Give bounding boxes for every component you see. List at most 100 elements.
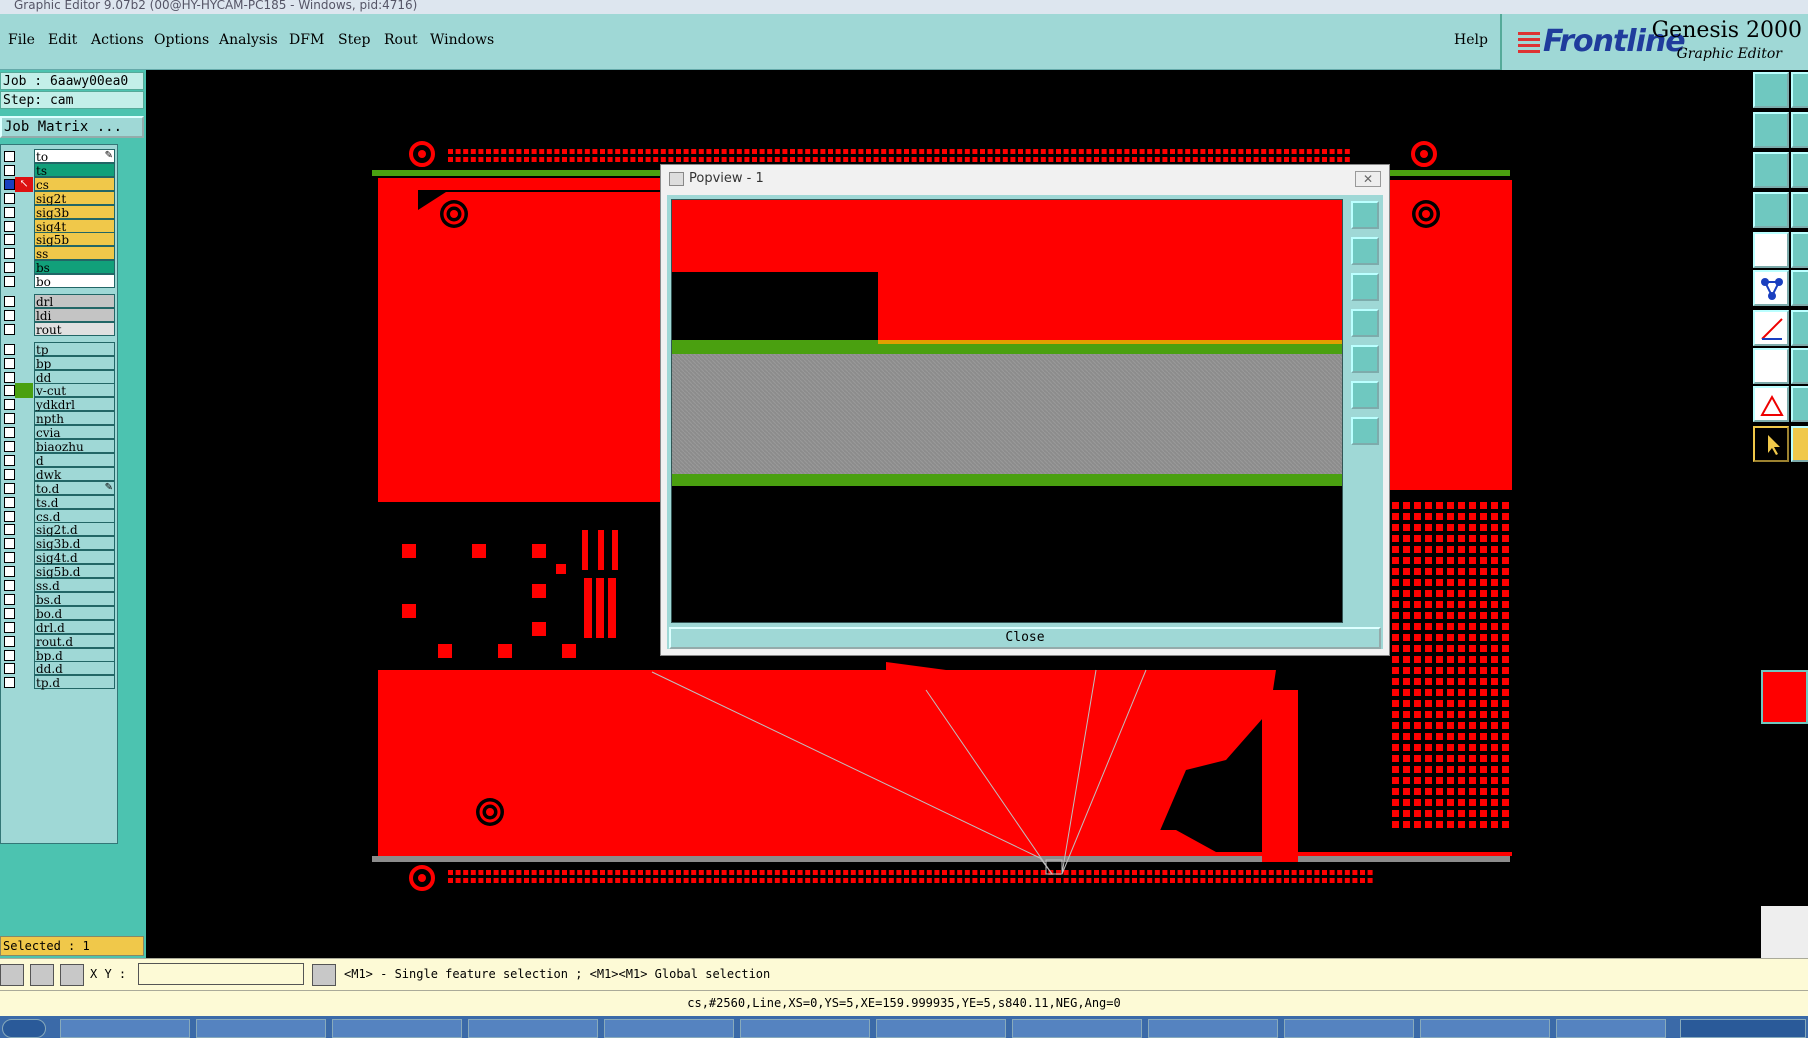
layer-row-sig4t[interactable]: sig4t [1,218,117,234]
layer-name[interactable]: dd [34,369,115,385]
layer-name[interactable]: sig5b.d [34,564,115,579]
layer-name[interactable]: ydkdrl [34,397,115,412]
job-matrix-button[interactable]: Job Matrix ... [0,116,144,138]
menu-rout[interactable]: Rout [384,32,418,48]
taskbar-app[interactable] [1556,1019,1666,1038]
layer-color-cell[interactable] [15,661,33,676]
layer-row-sig3b.d[interactable]: sig3b.d [1,536,117,551]
layer-down-icon[interactable] [1753,112,1789,148]
layer-color-cell[interactable] [15,149,33,164]
menu-edit[interactable]: Edit [48,32,77,48]
menu-actions[interactable]: Actions [91,32,144,48]
layer-color-cell[interactable] [15,578,33,593]
pan-left-icon[interactable] [1351,309,1379,337]
info-icon[interactable] [312,964,336,986]
layer-checkbox[interactable] [4,566,15,578]
layer-name[interactable]: bs.d [34,591,115,607]
tool-icon[interactable] [1791,310,1808,346]
menu-dfm[interactable]: DFM [289,32,324,48]
layer-checkbox[interactable] [4,538,15,550]
layer-checkbox[interactable] [4,323,15,335]
layer-checkbox[interactable] [4,164,15,176]
layer-row-sig4t.d[interactable]: sig4t.d [1,550,117,565]
layer-row-sig2t[interactable]: sig2t [1,190,117,206]
system-tray[interactable] [1680,1019,1806,1038]
tool-icon[interactable] [1791,192,1808,228]
layer-name[interactable]: ss [34,246,115,261]
layer-name[interactable]: bp [34,355,115,371]
layer-name[interactable]: bs [34,260,115,275]
connect-icon[interactable] [1753,270,1789,306]
layer-checkbox[interactable] [4,371,15,383]
pan-down-icon[interactable] [1351,273,1379,301]
layer-row-tp[interactable]: tp [1,341,117,357]
layer-color-cell[interactable] [15,205,33,220]
popview-close-button[interactable]: Close [669,627,1381,649]
layer-checkbox[interactable] [4,413,15,425]
taskbar-app[interactable] [196,1019,326,1038]
taskbar-app[interactable] [1148,1019,1278,1038]
layer-row-ts.d[interactable]: ts.d [1,494,117,510]
layer-row-bo.d[interactable]: bo.d [1,605,117,621]
layer-row-cs.d[interactable]: cs.d [1,508,117,524]
menu-options[interactable]: Options [154,32,209,48]
layer-color-cell[interactable] [15,397,33,412]
layer-checkbox[interactable] [4,427,15,439]
layer-checkbox[interactable] [4,496,15,508]
layer-color-cell[interactable] [15,274,33,289]
layer-color-cell[interactable] [15,634,33,649]
zoom-home-icon[interactable] [1351,201,1379,229]
layer-row-dd[interactable]: dd [1,369,117,385]
layer-color-cell[interactable] [15,191,33,206]
layer-row-sig2t.d[interactable]: sig2t.d [1,522,117,537]
layer-color-cell[interactable] [15,648,33,663]
layer-color-cell[interactable] [15,163,33,178]
tool-icon[interactable] [1791,72,1808,108]
taskbar-app[interactable] [60,1019,190,1038]
layer-row-rout[interactable]: rout [1,321,117,337]
layer-checkbox[interactable] [4,234,15,246]
layer-name[interactable]: sig2t.d [34,522,115,537]
layer-name[interactable]: drl [34,294,115,309]
tool-icon[interactable] [1791,232,1808,268]
layer-checkbox[interactable] [4,151,15,162]
layer-name[interactable]: ts [34,162,115,178]
taskbar-app[interactable] [1420,1019,1550,1038]
layer-checkbox[interactable] [4,580,15,591]
layer-name[interactable]: ldi [34,307,115,323]
layer-checkbox[interactable] [4,262,15,274]
triangle-tool-icon[interactable] [1753,386,1789,422]
layer-checkbox[interactable] [4,296,15,307]
layer-row-dd.d[interactable]: dd.d [1,661,117,676]
layer-color-cell[interactable] [15,308,33,323]
layer-color-cell[interactable] [15,322,33,337]
layer-color-cell[interactable] [15,620,33,635]
overview-thumbnail[interactable] [1761,670,1808,724]
xy-input[interactable] [138,963,304,985]
pan-right-icon[interactable] [1351,345,1379,373]
layer-checkbox[interactable] [4,552,15,564]
menu-windows[interactable]: Windows [430,32,494,48]
layer-color-cell[interactable] [15,411,33,426]
layer-name[interactable]: npth [34,411,115,426]
layer-name[interactable]: tp.d [34,675,115,690]
shape-tool-icon[interactable] [1753,348,1789,384]
layer-row-ts[interactable]: ts [1,162,117,178]
measure-icon[interactable] [1753,192,1789,228]
layer-row-ydkdrl[interactable]: ydkdrl [1,397,117,412]
layer-color-cell[interactable] [15,370,33,385]
taskbar-app[interactable] [468,1019,598,1038]
layer-row-to.d[interactable]: to.d ✎ [1,480,117,496]
layer-row-bp[interactable]: bp [1,355,117,371]
layer-color-cell[interactable] [15,294,33,309]
layer-row-to[interactable]: to ✎ [1,149,117,164]
layer-color-cell[interactable] [15,453,33,468]
layer-name[interactable]: sig4t [34,218,115,234]
layer-name[interactable]: sig5b [34,232,115,247]
layer-name[interactable]: sig2t [34,190,115,206]
tool-icon[interactable] [1791,348,1808,384]
layer-row-tp.d[interactable]: tp.d [1,675,117,690]
layer-row-bs.d[interactable]: bs.d [1,591,117,607]
layer-row-cs[interactable]: ↖ cs [1,176,117,192]
menu-file[interactable]: File [8,32,35,48]
